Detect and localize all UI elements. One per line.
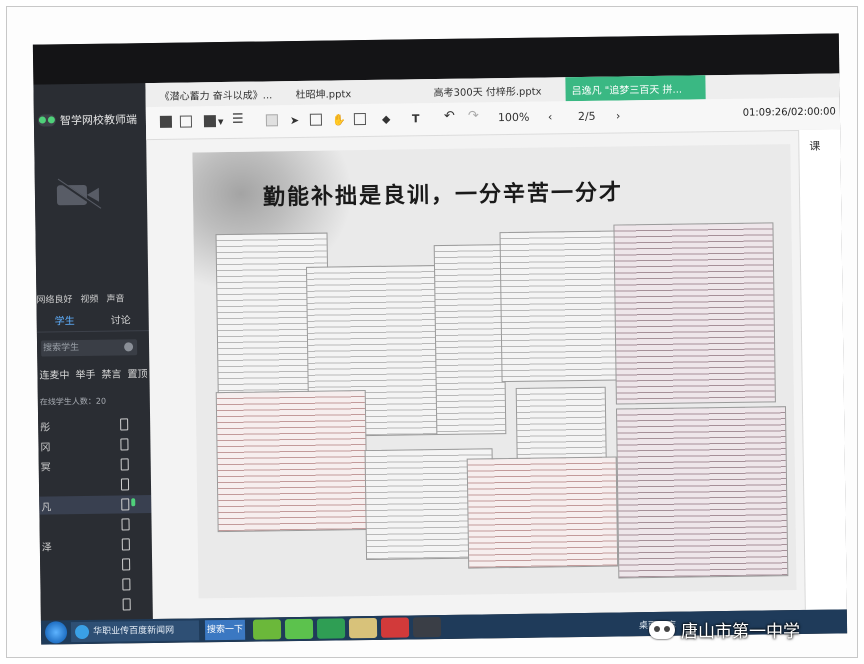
school-watermark: 唐山市第一中学 <box>649 617 800 642</box>
taskbar-search-button[interactable]: 搜索一下 <box>204 619 246 641</box>
student-name: 彤 <box>40 422 51 434</box>
wps-icon[interactable] <box>380 617 410 638</box>
student-row[interactable]: 彤 <box>38 415 150 435</box>
notes-photo <box>433 244 507 436</box>
eraser-icon[interactable]: ◆ <box>382 113 391 126</box>
notes-photo <box>466 456 619 569</box>
monitor-icon <box>122 558 131 571</box>
mic-active-icon <box>131 498 136 507</box>
student-row-selected[interactable]: 凡 <box>39 495 152 515</box>
slide-canvas[interactable]: 勤能补拙是良训，一分辛苦一分才 <box>192 144 797 599</box>
zoom-level[interactable]: 100% <box>498 111 530 124</box>
student-row[interactable] <box>40 555 152 575</box>
student-row[interactable] <box>39 515 151 535</box>
phone-icon <box>120 458 129 471</box>
photo-frame: 智学网校教师端 网络良好 视频 声音 学生 讨论 搜索学生 连麦中 举手 禁言 <box>6 6 858 658</box>
phone-icon <box>120 438 129 451</box>
camera-off-icon[interactable] <box>56 178 102 211</box>
online-count: 在线学生人数：20 <box>39 396 107 407</box>
notes-photo <box>613 222 776 405</box>
student-row[interactable] <box>39 475 151 495</box>
student-row[interactable]: 冈 <box>38 435 150 455</box>
tab-discuss[interactable]: 讨论 <box>111 311 131 326</box>
add-slide-icon[interactable] <box>179 115 193 128</box>
teacher-sidebar: 智学网校教师端 网络良好 视频 声音 学生 讨论 搜索学生 连麦中 举手 禁言 <box>33 83 154 641</box>
student-name: 冈 <box>40 442 51 454</box>
app-logo: 智学网校教师端 <box>37 111 137 128</box>
zhixue-app-icon[interactable] <box>412 617 442 638</box>
class-timer: 01:09:26/02:00:00 <box>742 106 836 119</box>
file-tab[interactable]: 《潜心蓄力 奋斗以成》... <box>159 86 273 103</box>
browser-icon[interactable] <box>316 618 346 639</box>
open-folder-icon[interactable] <box>159 115 173 128</box>
text-tool-icon[interactable]: T <box>412 112 420 125</box>
sidebar-tabs: 学生 讨论 <box>36 311 149 333</box>
student-name: 冥 <box>40 462 51 474</box>
hand-icon[interactable]: ✋ <box>332 113 346 126</box>
file-tab-active[interactable]: 吕逸凡 "追梦三百天 拼... <box>565 75 706 102</box>
pointer-icon[interactable]: ➤ <box>290 114 299 127</box>
audio-toggle[interactable]: 声音 <box>106 291 124 304</box>
network-status: 网络良好 <box>36 295 73 306</box>
select-box-icon[interactable] <box>309 113 323 126</box>
start-button-icon[interactable] <box>44 621 68 644</box>
presentation-app: 《潜心蓄力 奋斗以成》... 杜昭坤.pptx 高考300天 付梓彤.pptx … <box>145 73 848 620</box>
filter-muted[interactable]: 禁言 <box>101 365 121 380</box>
notes-photo <box>499 230 620 383</box>
media-status-row: 网络良好 视频 声音 <box>36 291 124 305</box>
notes-photo <box>615 406 789 579</box>
right-panel-label: 课 <box>809 139 821 153</box>
chevron-down-icon[interactable]: ▾ <box>218 115 224 128</box>
phone-icon <box>120 478 130 491</box>
app-name: 智学网校教师端 <box>59 113 137 128</box>
student-row[interactable] <box>40 575 152 595</box>
prev-page-icon[interactable]: ‹ <box>548 110 553 123</box>
video-toggle[interactable]: 视频 <box>80 292 98 305</box>
filter-pinned[interactable]: 置顶 <box>127 365 147 380</box>
phone-icon <box>122 578 131 591</box>
taskbar-browser[interactable]: 华职业传百度新闻网 <box>70 620 200 643</box>
app-launcher-icon[interactable] <box>252 619 282 640</box>
wechat-icon[interactable] <box>284 618 314 640</box>
owl-logo-icon <box>37 114 56 127</box>
pen-tool-icon[interactable] <box>265 114 279 127</box>
phone-icon <box>122 598 131 611</box>
line-style-icon[interactable]: ☰ <box>232 112 244 127</box>
shape-fill-icon[interactable] <box>203 115 217 128</box>
wechat-owl-icon <box>649 620 675 639</box>
folder-icon[interactable] <box>348 617 378 639</box>
phone-icon <box>120 418 129 431</box>
file-tab[interactable]: 高考300天 付梓彤.pptx <box>433 83 541 100</box>
student-search-placeholder: 搜索学生 <box>43 343 80 354</box>
phone-icon <box>121 538 130 551</box>
watermark-text: 唐山市第一中学 <box>681 622 800 642</box>
page-indicator: 2/5 <box>577 109 596 124</box>
student-row[interactable]: 泽 <box>40 535 152 555</box>
filter-hand-raised[interactable]: 举手 <box>75 366 95 381</box>
taskbar-browser-label: 华职业传百度新闻网 <box>92 625 175 637</box>
student-row[interactable]: 冥 <box>39 455 151 475</box>
monitor-screen: 智学网校教师端 网络良好 视频 声音 学生 讨论 搜索学生 连麦中 举手 禁言 <box>32 33 848 645</box>
tab-students[interactable]: 学生 <box>55 312 75 327</box>
rectangle-icon[interactable] <box>353 113 367 126</box>
notes-photo <box>215 390 368 533</box>
student-name: 泽 <box>41 542 52 554</box>
student-filters: 连麦中 举手 禁言 置顶 <box>39 365 147 382</box>
clear-search-icon[interactable] <box>124 342 134 352</box>
student-name: 凡 <box>41 502 52 514</box>
filter-connected[interactable]: 连麦中 <box>39 366 69 381</box>
redo-icon[interactable]: ↷ <box>468 108 479 123</box>
student-search-input[interactable]: 搜索学生 <box>40 339 138 357</box>
slide-title: 勤能补拙是良训，一分辛苦一分才 <box>262 179 624 211</box>
file-tab[interactable]: 杜昭坤.pptx <box>295 85 352 101</box>
student-row[interactable] <box>41 595 153 615</box>
next-page-icon[interactable]: › <box>616 109 621 122</box>
right-panel: 课 <box>798 129 848 610</box>
ie-icon <box>74 624 90 640</box>
phone-icon <box>121 498 130 511</box>
undo-icon[interactable]: ↶ <box>444 109 455 124</box>
phone-icon <box>121 518 130 531</box>
